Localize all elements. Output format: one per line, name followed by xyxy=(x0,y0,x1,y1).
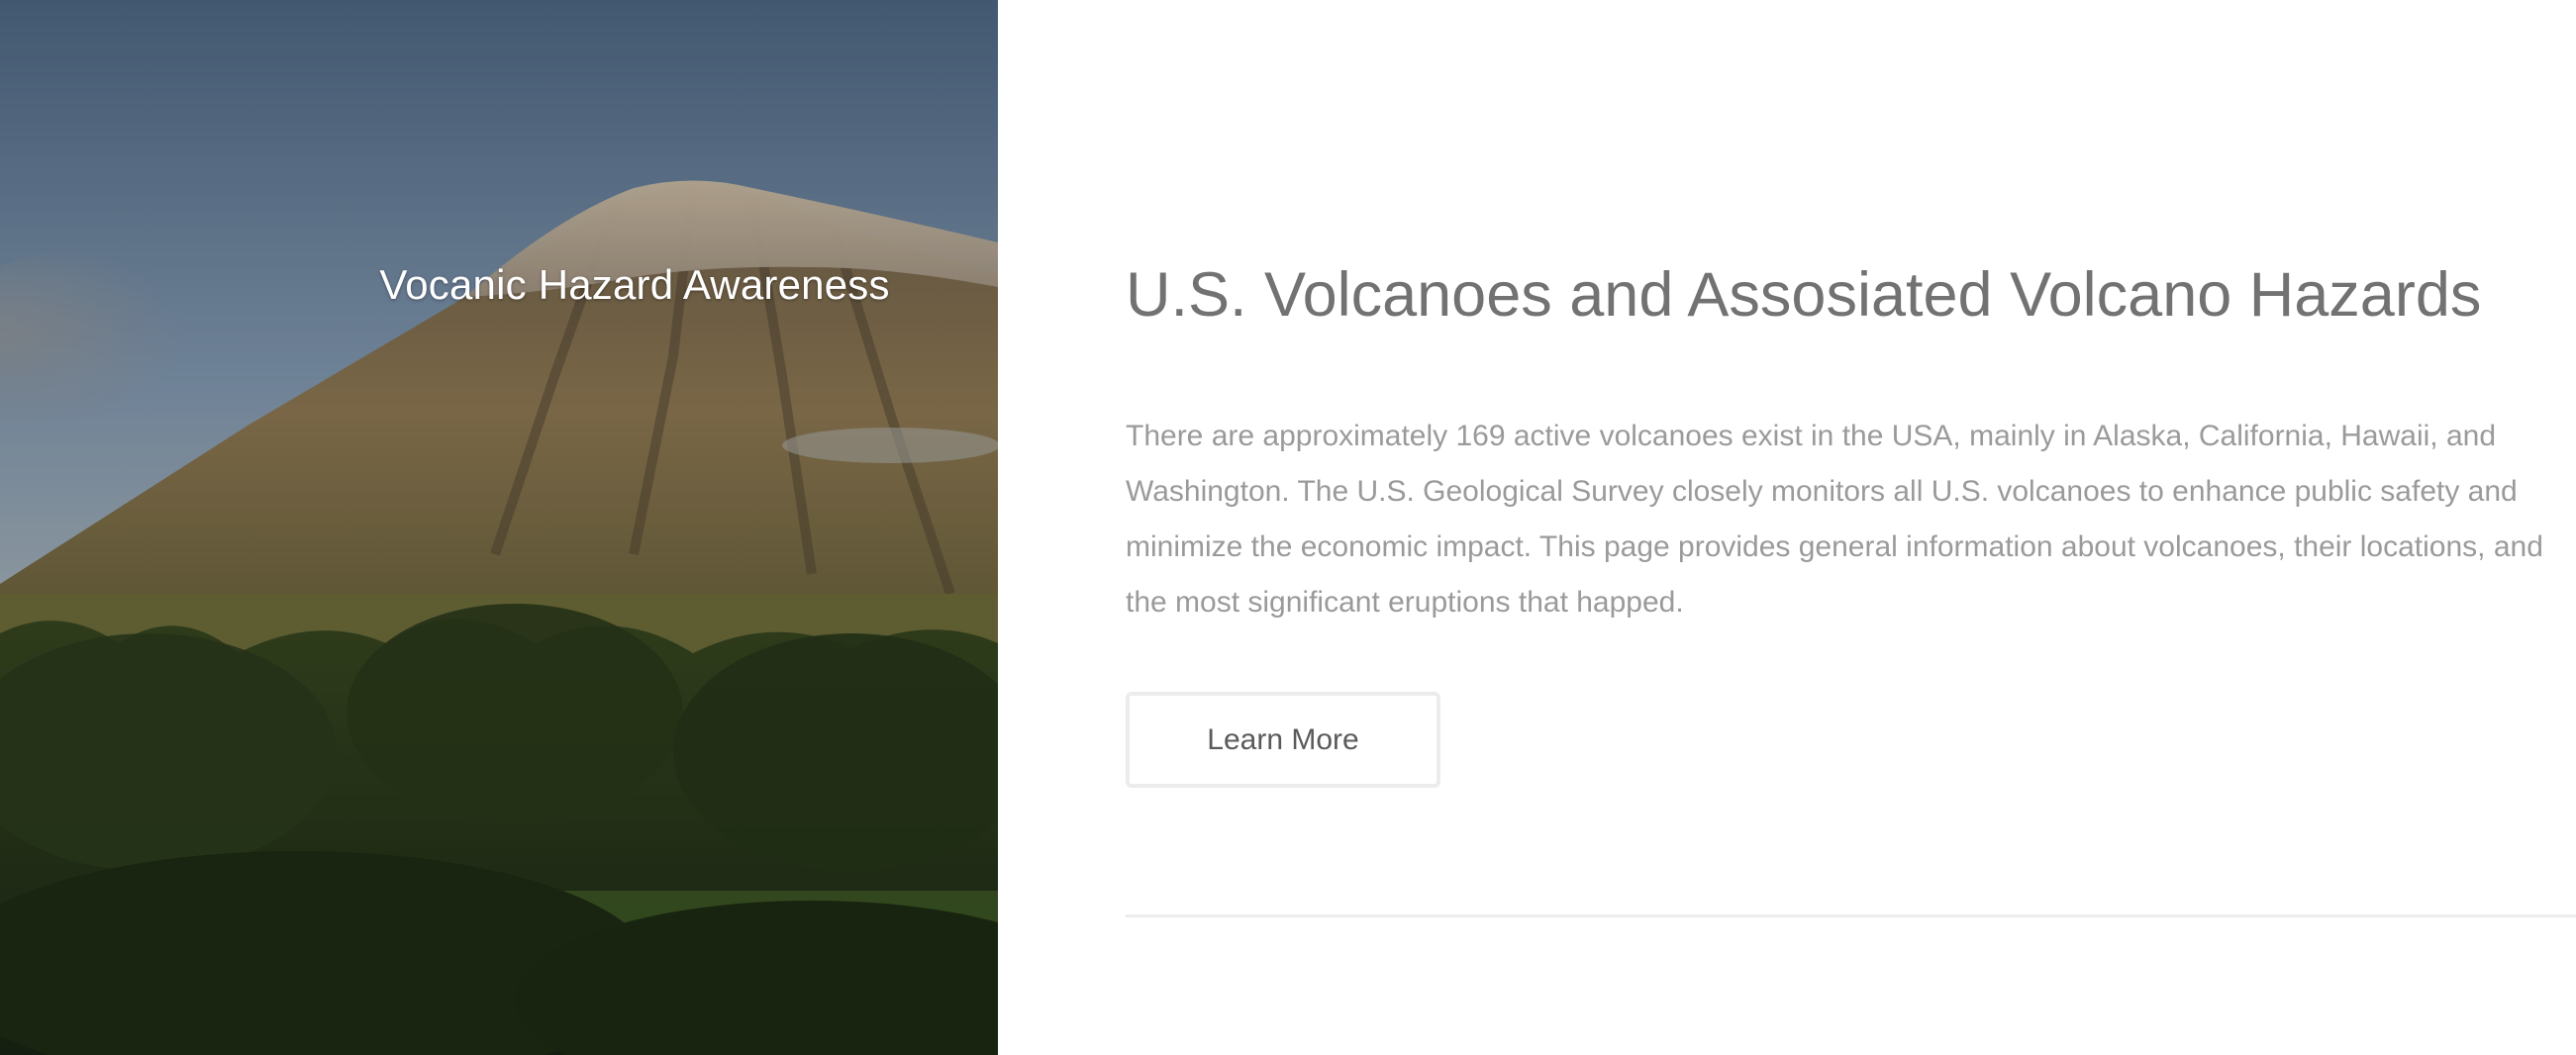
learn-more-button[interactable]: Learn More xyxy=(1126,692,1440,788)
volcano-landscape-image xyxy=(0,0,998,1055)
intro-paragraph: There are approximately 169 active volca… xyxy=(1126,420,2543,619)
intro-section: U.S. Volcanoes and Assosiated Volcano Ha… xyxy=(1126,0,2576,1055)
page: Vocanic Hazard Awareness U.S. Volcanoes … xyxy=(0,0,2576,1055)
hero-image-panel xyxy=(0,0,998,1055)
section-divider xyxy=(1126,914,2576,917)
page-heading: U.S. Volcanoes and Assosiated Volcano Ha… xyxy=(1126,260,2482,330)
